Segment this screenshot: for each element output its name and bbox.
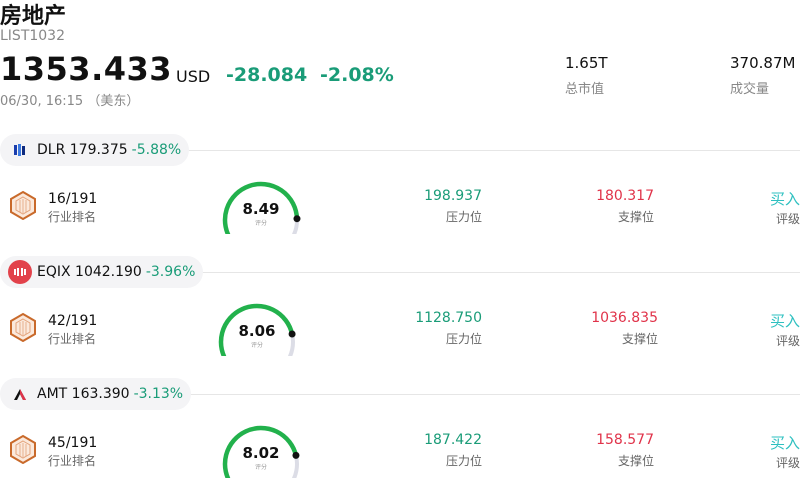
industry-rank-icon (10, 434, 36, 464)
index-code: LIST1032 (0, 28, 65, 44)
industry-rank: 45/191 (48, 435, 98, 451)
rating-label: 评级 (775, 456, 800, 470)
score-value: 8.06 (238, 322, 276, 340)
rating-value[interactable]: 买入 (700, 432, 800, 453)
industry-rank-label: 行业排名 (48, 332, 97, 346)
support-value: 1036.835 (591, 310, 658, 326)
market-cap-value: 1.65T (565, 54, 608, 72)
rating-label: 评级 (775, 334, 800, 348)
support-label: 支撑位 (617, 454, 654, 468)
quote-time: 06/30, 16:15 （美东） (0, 94, 140, 109)
price-change-pct: -2.08% (320, 64, 394, 86)
page-title: 房地产 (0, 4, 67, 29)
score-value: 8.49 (242, 200, 280, 218)
support-value: 158.577 (596, 432, 654, 448)
industry-rank-icon (10, 312, 36, 342)
stock-row[interactable]: 45/191 行业排名 8.02 评分 187.422 压力位 158.577 … (0, 378, 800, 488)
resistance-value: 187.422 (424, 432, 482, 448)
industry-rank-icon (10, 190, 36, 220)
score-label: 评分 (254, 220, 267, 227)
volume-label: 成交量 (730, 82, 770, 97)
resistance-label: 压力位 (445, 332, 482, 346)
score-label: 评分 (254, 464, 267, 471)
index-price: 1353.433 (0, 50, 173, 88)
industry-rank: 42/191 (48, 313, 98, 329)
volume-value: 370.87M (730, 54, 796, 72)
industry-rank-label: 行业排名 (48, 454, 97, 468)
score-label: 评分 (250, 342, 263, 349)
support-label: 支撑位 (617, 210, 654, 224)
resistance-value: 198.937 (424, 188, 482, 204)
market-cap-label: 总市值 (565, 82, 605, 97)
price-change: -28.084 (226, 64, 308, 86)
resistance-label: 压力位 (445, 210, 482, 224)
rating-value[interactable]: 买入 (700, 188, 800, 209)
support-value: 180.317 (596, 188, 654, 204)
currency-label: USD (176, 67, 211, 86)
industry-rank-label: 行业排名 (48, 210, 97, 224)
stock-row[interactable]: 42/191 行业排名 8.06 评分 1128.750 压力位 1036.83… (0, 256, 800, 376)
support-label: 支撑位 (621, 332, 658, 346)
rating-label: 评级 (775, 212, 800, 226)
resistance-label: 压力位 (445, 454, 482, 468)
industry-rank: 16/191 (48, 191, 98, 207)
resistance-value: 1128.750 (415, 310, 482, 326)
stock-row[interactable]: 16/191 行业排名 8.49 评分 198.937 压力位 180.317 … (0, 134, 800, 254)
score-value: 8.02 (242, 444, 280, 462)
rating-value[interactable]: 买入 (700, 310, 800, 331)
